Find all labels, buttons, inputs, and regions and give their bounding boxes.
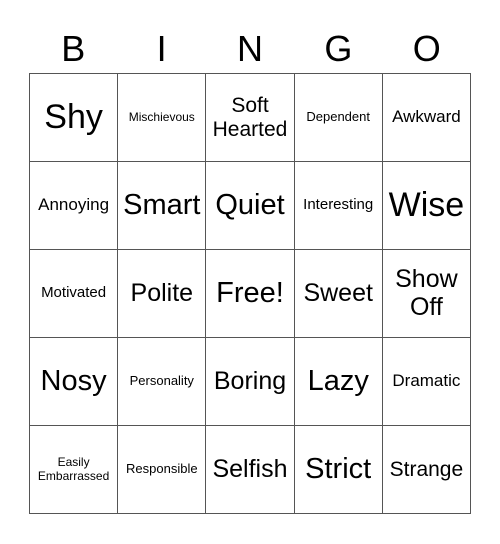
header-letter-g: G <box>324 28 353 69</box>
bingo-cell[interactable]: Wise <box>382 162 471 250</box>
bingo-cell[interactable]: Dramatic <box>382 338 471 426</box>
bingo-cell[interactable]: Lazy <box>294 338 383 426</box>
bingo-cell[interactable]: Boring <box>206 338 295 426</box>
bingo-cell[interactable]: Annoying <box>30 162 119 250</box>
header-letter-i: I <box>156 28 167 69</box>
bingo-cell[interactable]: Personality <box>118 338 207 426</box>
header-letter-b: B <box>61 28 86 69</box>
bingo-header: B I N G O <box>29 26 471 72</box>
bingo-cell[interactable]: Shy <box>30 74 119 162</box>
bingo-cell[interactable]: Dependent <box>294 74 383 162</box>
bingo-cell[interactable]: Easily Embarrassed <box>30 426 119 514</box>
bingo-cell[interactable]: Strict <box>294 426 383 514</box>
bingo-cell[interactable]: Sweet <box>294 250 383 338</box>
bingo-cell[interactable]: Interesting <box>294 162 383 250</box>
bingo-cell[interactable]: Soft Hearted <box>206 74 295 162</box>
bingo-cell[interactable]: Responsible <box>118 426 207 514</box>
free-space-cell[interactable]: Free! <box>206 250 295 338</box>
header-letter-o: O <box>412 28 441 69</box>
bingo-cell[interactable]: Motivated <box>30 250 119 338</box>
bingo-cell[interactable]: Nosy <box>30 338 119 426</box>
bingo-cell[interactable]: Quiet <box>206 162 295 250</box>
header-letter-n: N <box>236 28 263 69</box>
bingo-cell[interactable]: Smart <box>118 162 207 250</box>
bingo-cell[interactable]: Selfish <box>206 426 295 514</box>
bingo-cell[interactable]: Strange <box>382 426 471 514</box>
bingo-cell[interactable]: Awkward <box>382 74 471 162</box>
bingo-cell[interactable]: Show Off <box>382 250 471 338</box>
bingo-cell[interactable]: Polite <box>118 250 207 338</box>
bingo-cell[interactable]: Mischievous <box>118 74 207 162</box>
bingo-board: Shy Mischievous Soft Hearted Dependent A… <box>29 73 471 514</box>
